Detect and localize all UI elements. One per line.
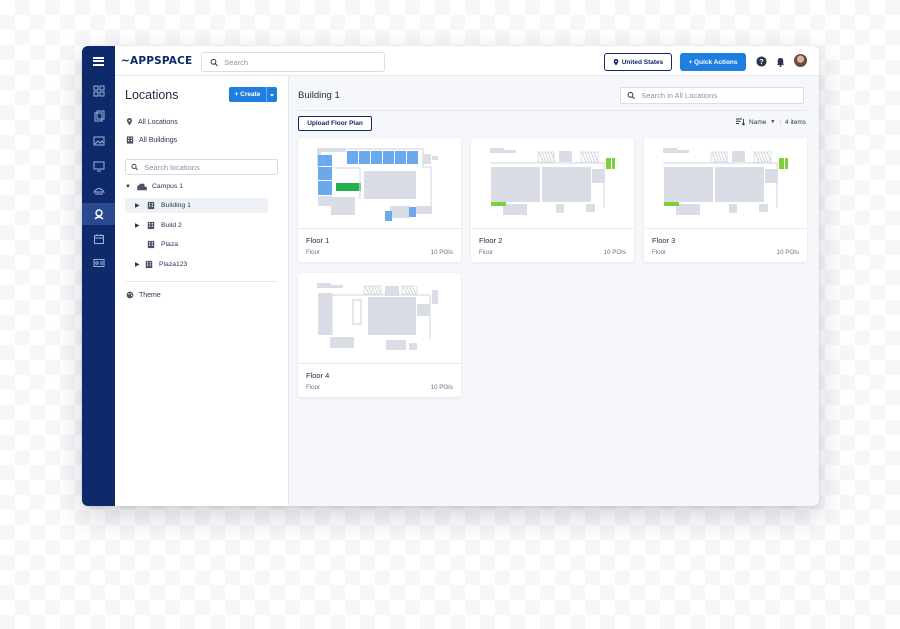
- country-selector-button[interactable]: United States: [604, 53, 672, 71]
- map-pin-icon: [126, 118, 133, 126]
- hamburger-menu-icon[interactable]: [82, 46, 115, 76]
- location-search-input[interactable]: [144, 162, 277, 172]
- help-icon[interactable]: ?: [755, 55, 767, 67]
- locations-icon[interactable]: [82, 203, 115, 225]
- search-icon: [627, 91, 635, 100]
- expand-caret-icon[interactable]: ▶: [135, 222, 143, 229]
- floor-plan-thumbnail: [644, 138, 807, 229]
- floor-card-1[interactable]: Floor 1 Floor 10 POIs: [298, 138, 461, 262]
- create-dropdown-caret-icon[interactable]: [266, 87, 277, 102]
- floor-name: Floor 2: [479, 236, 503, 245]
- upload-floor-plan-button[interactable]: Upload Floor Plan: [298, 116, 372, 131]
- building-icon: [146, 221, 156, 231]
- create-label: + Create: [234, 91, 261, 98]
- floor-plan-thumbnail: [298, 273, 461, 364]
- collapse-caret-icon[interactable]: ▼: [125, 184, 133, 190]
- logo-text: APPSPACE: [130, 55, 193, 67]
- floor-poi-count: 10 POIs: [603, 249, 626, 256]
- tree-item-label: Building 1: [161, 202, 191, 209]
- theme-label: Theme: [139, 291, 161, 299]
- all-locations-link[interactable]: All Locations: [126, 118, 178, 126]
- tree-item-label: Plaza: [161, 241, 179, 248]
- floor-plan-thumbnail: [298, 138, 461, 229]
- tree-item-campus-1[interactable]: ▼ Campus 1: [125, 179, 268, 194]
- devices-icon[interactable]: [82, 155, 115, 177]
- calendar-icon[interactable]: [82, 228, 115, 250]
- building-icon: [146, 240, 156, 250]
- reservations-icon[interactable]: [82, 179, 115, 201]
- id-card-icon[interactable]: [82, 252, 115, 274]
- floor-search[interactable]: [620, 87, 804, 104]
- tree-item-label: Plaza123: [159, 261, 188, 268]
- floor-type: Floor: [479, 249, 494, 256]
- floor-name: Floor 1: [306, 236, 330, 245]
- floor-card-3[interactable]: Floor 3 Floor 10 POIs: [644, 138, 807, 262]
- panel-divider: [125, 281, 278, 282]
- image-icon[interactable]: [82, 130, 115, 152]
- floor-type: Floor: [306, 384, 321, 391]
- floor-name: Floor 3: [652, 236, 676, 245]
- building-icon: [144, 260, 154, 270]
- tree-item-label: Build 2: [161, 222, 182, 229]
- floor-poi-count: 10 POIs: [430, 384, 453, 391]
- tree-item-plaza[interactable]: Plaza: [125, 237, 268, 252]
- sort-separator: |: [779, 118, 782, 126]
- floor-poi-count: 10 POIs: [430, 249, 453, 256]
- all-buildings-link[interactable]: All Buildings: [126, 136, 177, 144]
- building-icon: [126, 136, 134, 144]
- map-pin-icon: [613, 58, 619, 65]
- floor-plan-thumbnail: [471, 138, 634, 229]
- header-divider: [298, 110, 806, 111]
- floor-type: Floor: [652, 249, 667, 256]
- expand-caret-icon[interactable]: ▶: [135, 261, 143, 268]
- all-buildings-label: All Buildings: [139, 136, 178, 144]
- top-bar: ~APPSPACE United States + Quick Actions …: [115, 46, 819, 76]
- tree-item-building-1[interactable]: ▶ Building 1: [125, 198, 268, 213]
- locations-panel: Locations + Create All Locations All Bui…: [115, 76, 289, 506]
- search-icon: [131, 163, 138, 171]
- building-title: Building 1: [298, 90, 340, 101]
- appspace-logo[interactable]: ~APPSPACE: [121, 55, 192, 67]
- svg-text:?: ?: [759, 56, 764, 65]
- panel-title: Locations: [125, 88, 179, 102]
- sort-label[interactable]: Name: [749, 119, 766, 126]
- dashboard-icon[interactable]: [82, 80, 115, 102]
- sort-icon[interactable]: [736, 118, 746, 126]
- search-icon: [210, 58, 218, 66]
- floor-name: Floor 4: [306, 371, 330, 380]
- item-count: 4 items: [785, 118, 806, 126]
- location-search[interactable]: [125, 159, 278, 175]
- theme-link[interactable]: Theme: [126, 291, 161, 299]
- floor-search-input[interactable]: [641, 91, 803, 100]
- floor-card-4[interactable]: Floor 4 Floor 10 POIs: [298, 273, 461, 397]
- floor-type: Floor: [306, 249, 321, 256]
- all-locations-label: All Locations: [138, 118, 178, 126]
- create-button[interactable]: + Create: [229, 87, 277, 102]
- building-icon: [146, 201, 156, 211]
- user-avatar[interactable]: [794, 54, 807, 67]
- palette-icon: [126, 291, 134, 299]
- quick-actions-button[interactable]: + Quick Actions: [680, 53, 746, 71]
- tree-item-build-2[interactable]: ▶ Build 2: [125, 218, 268, 233]
- app-window: ~APPSPACE United States + Quick Actions …: [82, 46, 819, 506]
- content-library-icon[interactable]: [82, 105, 115, 127]
- global-search[interactable]: [201, 52, 385, 72]
- floor-card-2[interactable]: Floor 2 Floor 10 POIs: [471, 138, 634, 262]
- main-content: Building 1 Upload Floor Plan Name ▼ | 4 …: [289, 76, 819, 506]
- country-label: United States: [621, 58, 664, 66]
- icon-rail: [82, 46, 115, 506]
- tree-item-label: Campus 1: [152, 183, 183, 190]
- sort-bar: Name ▼ | 4 items: [736, 118, 806, 126]
- campus-icon: [137, 182, 147, 192]
- expand-caret-icon[interactable]: ▶: [135, 202, 143, 209]
- global-search-input[interactable]: [224, 57, 384, 67]
- tree-item-plaza123[interactable]: ▶ Plaza123: [125, 257, 268, 272]
- bell-icon[interactable]: [774, 55, 786, 67]
- floor-poi-count: 10 POIs: [776, 249, 799, 256]
- sort-caret-icon[interactable]: ▼: [770, 119, 775, 125]
